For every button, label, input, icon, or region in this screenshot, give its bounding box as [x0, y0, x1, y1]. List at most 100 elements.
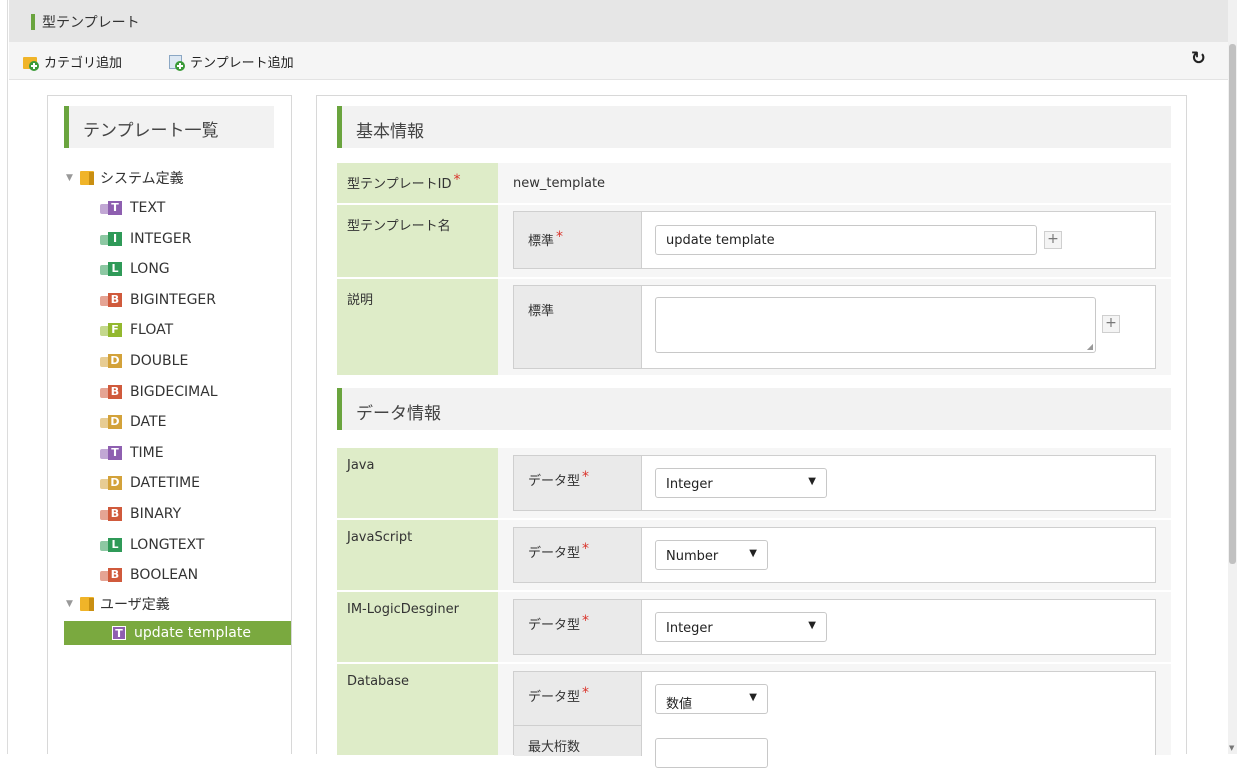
caret-down-icon[interactable]: ▼ — [66, 599, 80, 609]
caret-down-icon[interactable]: ▼ — [66, 173, 80, 183]
section-title: 基本情報 — [356, 122, 424, 142]
tree-item[interactable]: B BINARY — [100, 502, 181, 526]
java-type-table: データ型 * Integer ▼ — [513, 455, 1156, 511]
template-type-icon: B — [100, 568, 122, 582]
tree-item-label: TIME — [130, 445, 164, 461]
tree-item[interactable]: B BIGINTEGER — [100, 288, 216, 312]
database-data-type-select[interactable]: 数値 ▼ — [655, 684, 768, 714]
tree-item-label: BINARY — [130, 506, 182, 522]
add-locale-plus-icon[interactable]: + — [1044, 231, 1062, 249]
locale-label: 標準 * — [514, 212, 642, 268]
page-scrollbar[interactable]: ▼ — [1228, 0, 1237, 754]
data-type-label: データ型 * — [514, 600, 642, 654]
resize-handle-icon[interactable]: ◢ — [1087, 342, 1093, 351]
data-type-label: データ型 * — [514, 528, 642, 582]
data-type-label: データ型 * — [514, 456, 642, 510]
tree-item-label: BIGINTEGER — [130, 292, 217, 308]
document-add-icon — [169, 54, 185, 71]
dropdown-arrow-icon: ▼ — [749, 548, 757, 559]
logic-designer-label: IM-LogicDesginer — [337, 592, 498, 662]
javascript-data-type-select[interactable]: Number ▼ — [655, 540, 768, 570]
template-type-icon: B — [100, 293, 122, 307]
toolbar: カテゴリ追加 テンプレート追加 ↻ — [9, 42, 1228, 80]
required-mark: * — [556, 229, 564, 245]
template-id-value-cell: new_template — [498, 163, 1171, 203]
tree-item[interactable]: B BOOLEAN — [100, 563, 198, 587]
required-mark: * — [582, 541, 590, 557]
tree-folder-user[interactable]: ▼ ユーザ定義 — [66, 592, 170, 616]
template-name-cell: 標準* + — [498, 205, 1171, 277]
max-digits-input[interactable] — [655, 738, 768, 768]
template-type-icon: D — [100, 476, 122, 490]
logic-designer-type-table: データ型 * Integer ▼ — [513, 599, 1156, 655]
required-mark: * — [582, 469, 590, 485]
tree-item-label: BOOLEAN — [130, 567, 199, 583]
java-cell: データ型 * Integer ▼ — [498, 448, 1171, 518]
tree-item[interactable]: L LONGTEXT — [100, 533, 204, 557]
logic-designer-data-type-select[interactable]: Integer ▼ — [655, 612, 827, 642]
scroll-down-arrow-icon[interactable]: ▼ — [1229, 744, 1234, 752]
template-type-icon: B — [100, 507, 122, 521]
tree-item[interactable]: T TIME — [100, 441, 164, 465]
tree-item-label: FLOAT — [130, 322, 174, 338]
tree-item[interactable]: F FLOAT — [100, 318, 173, 342]
database-label: Database — [337, 664, 498, 755]
tree-item[interactable]: L LONG — [100, 257, 170, 281]
template-id-label: 型テンプレートID * — [337, 163, 498, 203]
java-data-type-select[interactable]: Integer ▼ — [655, 468, 827, 498]
tree-item[interactable]: D DATETIME — [100, 471, 200, 495]
tree-item[interactable]: I INTEGER — [100, 227, 191, 251]
tree-item[interactable]: T TEXT — [100, 196, 165, 220]
tree-item-label: DATE — [130, 414, 167, 430]
description-textarea[interactable]: ◢ — [655, 297, 1096, 353]
add-template-button[interactable]: テンプレート追加 — [169, 52, 294, 71]
tree-item-label: LONG — [130, 261, 170, 277]
tree-item[interactable]: D DOUBLE — [100, 349, 188, 373]
tree-item[interactable]: D DATE — [100, 410, 166, 434]
tree-item-label: BIGDECIMAL — [130, 384, 218, 400]
data-type-label: データ型 * — [514, 672, 642, 726]
logic-designer-cell: データ型 * Integer ▼ — [498, 592, 1171, 662]
template-id-value: new_template — [513, 176, 606, 191]
template-tree-panel: テンプレート一覧 ▼ システム定義 ▼ ユーザ定義 T update templ… — [47, 95, 292, 754]
template-type-icon: L — [100, 538, 122, 552]
add-locale-plus-icon[interactable]: + — [1102, 315, 1120, 333]
tree-item-label: LONGTEXT — [130, 537, 205, 553]
dropdown-arrow-icon: ▼ — [749, 692, 757, 703]
required-mark: * — [453, 172, 461, 188]
add-category-label: カテゴリ追加 — [44, 56, 123, 71]
dropdown-arrow-icon: ▼ — [808, 476, 816, 487]
refresh-icon[interactable]: ↻ — [1191, 48, 1206, 69]
template-list-title: テンプレート一覧 — [83, 121, 219, 141]
template-type-icon: T — [100, 446, 122, 460]
template-name-input[interactable] — [655, 225, 1037, 255]
window-left-border — [0, 0, 8, 754]
tree-item[interactable]: B BIGDECIMAL — [100, 380, 218, 404]
tree-folder-system[interactable]: ▼ システム定義 — [66, 166, 184, 190]
template-type-icon: I — [100, 232, 122, 246]
template-type-icon: D — [100, 415, 122, 429]
template-type-icon: F — [100, 323, 122, 337]
template-list-heading: テンプレート一覧 — [64, 106, 274, 148]
title-accent-bar — [31, 14, 35, 30]
template-type-icon: T — [112, 626, 126, 640]
dropdown-arrow-icon: ▼ — [808, 620, 816, 631]
section-basic-info: 基本情報 — [337, 106, 1171, 148]
page-title: 型テンプレート — [42, 15, 140, 31]
tree-folder-label: システム定義 — [100, 171, 184, 187]
database-type-table: データ型 * 数値 ▼ 最大桁数 — [513, 671, 1156, 768]
java-label: Java — [337, 448, 498, 518]
folder-icon — [80, 597, 94, 611]
template-type-icon: B — [100, 385, 122, 399]
javascript-cell: データ型 * Number ▼ — [498, 520, 1171, 590]
tree-item-update-template[interactable]: T update template — [64, 621, 291, 645]
add-category-button[interactable]: カテゴリ追加 — [23, 52, 122, 71]
tree-item-label: TEXT — [130, 200, 166, 216]
template-name-locale-table: 標準* + — [513, 211, 1156, 269]
description-cell: 標準 ◢ + — [498, 279, 1171, 375]
max-digits-label: 最大桁数 — [514, 726, 642, 756]
section-data-info: データ情報 — [337, 388, 1171, 430]
description-label: 説明 — [337, 279, 498, 375]
scrollbar-thumb[interactable] — [1229, 44, 1236, 564]
required-mark: * — [582, 685, 590, 701]
